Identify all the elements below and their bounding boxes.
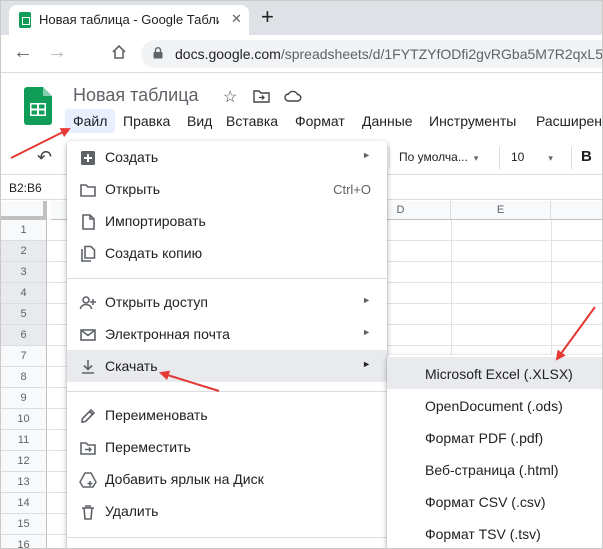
copy-icon xyxy=(81,245,96,262)
cloud-status-icon[interactable] xyxy=(284,89,302,103)
font-family-select[interactable]: По умолча... ▾ xyxy=(399,150,478,164)
lock-icon xyxy=(153,47,163,59)
grid-corner[interactable] xyxy=(1,201,47,220)
menu-edit[interactable]: Правка xyxy=(115,109,178,133)
browser-tab[interactable]: Новая таблица - Google Таблицы ✕ xyxy=(9,5,249,35)
menu-item-move[interactable]: Переместить xyxy=(67,431,387,463)
mail-icon xyxy=(80,329,96,341)
menu-insert[interactable]: Вставка xyxy=(218,109,286,133)
font-size-select[interactable]: 10 ▾ xyxy=(511,150,553,164)
tab-strip: Новая таблица - Google Таблицы ✕ + xyxy=(1,1,602,35)
submenu-arrow-icon: ► xyxy=(362,359,371,369)
drive-shortcut-icon xyxy=(79,472,97,488)
download-pdf[interactable]: Формат PDF (.pdf) xyxy=(387,421,602,453)
row-header[interactable]: 15 xyxy=(1,514,47,535)
bold-button[interactable]: B xyxy=(581,148,592,165)
download-html[interactable]: Веб-страница (.html) xyxy=(387,453,602,485)
row-header[interactable]: 8 xyxy=(1,367,47,388)
pencil-icon xyxy=(81,408,96,423)
menu-divider xyxy=(67,391,387,392)
menu-item-import[interactable]: Импортировать xyxy=(67,205,387,237)
row-header[interactable]: 13 xyxy=(1,472,47,493)
row-header[interactable]: 4 xyxy=(1,283,47,304)
row-header[interactable]: 5 xyxy=(1,304,47,325)
tab-close-icon[interactable]: ✕ xyxy=(231,11,242,27)
new-tab-button[interactable]: + xyxy=(261,5,274,29)
row-header[interactable]: 16 xyxy=(1,535,47,548)
menu-divider xyxy=(67,537,387,538)
browser-window: Новая таблица - Google Таблицы ✕ + ← → d… xyxy=(0,0,603,549)
submenu-arrow-icon: ► xyxy=(362,150,371,160)
menu-item-email[interactable]: Электронная почта ► xyxy=(67,318,387,350)
folder-icon xyxy=(80,184,96,197)
column-header[interactable] xyxy=(551,201,602,220)
menu-item-open[interactable]: Открыть Ctrl+O xyxy=(67,173,387,205)
address-bar[interactable]: docs.google.com/spreadsheets/d/1FYTZYfOD… xyxy=(141,40,603,68)
toolbar-divider xyxy=(389,147,390,169)
toolbar-divider xyxy=(499,147,500,169)
download-xlsx[interactable]: Microsoft Excel (.XLSX) xyxy=(387,357,602,389)
row-header[interactable]: 14 xyxy=(1,493,47,514)
chevron-down-icon: ▾ xyxy=(473,153,479,163)
file-icon xyxy=(82,214,95,230)
download-tsv[interactable]: Формат TSV (.tsv) xyxy=(387,517,602,548)
row-header[interactable]: 7 xyxy=(1,346,47,367)
download-csv[interactable]: Формат CSV (.csv) xyxy=(387,485,602,517)
toolbar-divider xyxy=(571,147,572,169)
sheets-favicon-icon xyxy=(19,12,31,28)
chevron-down-icon: ▾ xyxy=(548,153,553,163)
download-submenu: Microsoft Excel (.XLSX) OpenDocument (.o… xyxy=(387,355,602,548)
submenu-arrow-icon: ► xyxy=(362,295,371,305)
menu-extensions[interactable]: Расширен xyxy=(528,109,602,133)
menu-file[interactable]: Файл xyxy=(65,109,116,133)
shortcut-label: Ctrl+O xyxy=(333,182,371,197)
name-box[interactable]: B2:B6 xyxy=(9,181,42,195)
url-text: docs.google.com/spreadsheets/d/1FYTZYfOD… xyxy=(175,46,603,62)
row-header[interactable]: 1 xyxy=(1,220,47,241)
move-folder-icon[interactable] xyxy=(253,89,270,103)
column-header-e[interactable]: E xyxy=(451,201,551,220)
menu-item-create[interactable]: Создать ► xyxy=(67,141,387,173)
menu-tools[interactable]: Инструменты xyxy=(421,109,524,133)
browser-toolbar: ← → docs.google.com/spreadsheets/d/1FYTZ… xyxy=(1,35,603,73)
sheets-logo-icon[interactable] xyxy=(24,87,52,125)
forward-arrow-icon[interactable]: → xyxy=(47,41,67,64)
row-header[interactable]: 11 xyxy=(1,430,47,451)
row-header[interactable]: 3 xyxy=(1,262,47,283)
back-arrow-icon[interactable]: ← xyxy=(13,41,33,64)
document-title[interactable]: Новая таблица xyxy=(73,85,199,106)
menu-item-add-shortcut[interactable]: Добавить ярлык на Диск xyxy=(67,463,387,495)
row-header[interactable]: 2 xyxy=(1,241,47,262)
tab-title: Новая таблица - Google Таблицы xyxy=(39,12,219,27)
home-icon[interactable] xyxy=(111,44,127,60)
menu-format[interactable]: Формат xyxy=(287,109,353,133)
folder-move-icon xyxy=(80,442,96,455)
menu-data[interactable]: Данные xyxy=(354,109,421,133)
row-header[interactable]: 10 xyxy=(1,409,47,430)
menu-divider xyxy=(67,278,387,279)
menu-item-copy[interactable]: Создать копию xyxy=(67,237,387,269)
person-add-icon xyxy=(79,296,96,310)
menu-item-share[interactable]: Открыть доступ ► xyxy=(67,286,387,318)
row-header[interactable]: 12 xyxy=(1,451,47,472)
undo-icon[interactable]: ↶ xyxy=(37,147,52,168)
trash-icon xyxy=(82,505,94,520)
menu-view[interactable]: Вид xyxy=(179,109,220,133)
submenu-arrow-icon: ► xyxy=(362,327,371,337)
download-icon xyxy=(82,360,94,374)
download-ods[interactable]: OpenDocument (.ods) xyxy=(387,389,602,421)
plus-square-icon xyxy=(81,151,95,165)
menu-item-delete[interactable]: Удалить xyxy=(67,495,387,527)
row-header[interactable]: 6 xyxy=(1,325,47,346)
menu-item-download[interactable]: Скачать ► xyxy=(67,350,387,382)
row-header[interactable]: 9 xyxy=(1,388,47,409)
star-icon[interactable]: ☆ xyxy=(223,87,237,107)
file-menu: Создать ► Открыть Ctrl+O Импортировать С… xyxy=(67,141,387,548)
menu-item-rename[interactable]: Переименовать xyxy=(67,399,387,431)
